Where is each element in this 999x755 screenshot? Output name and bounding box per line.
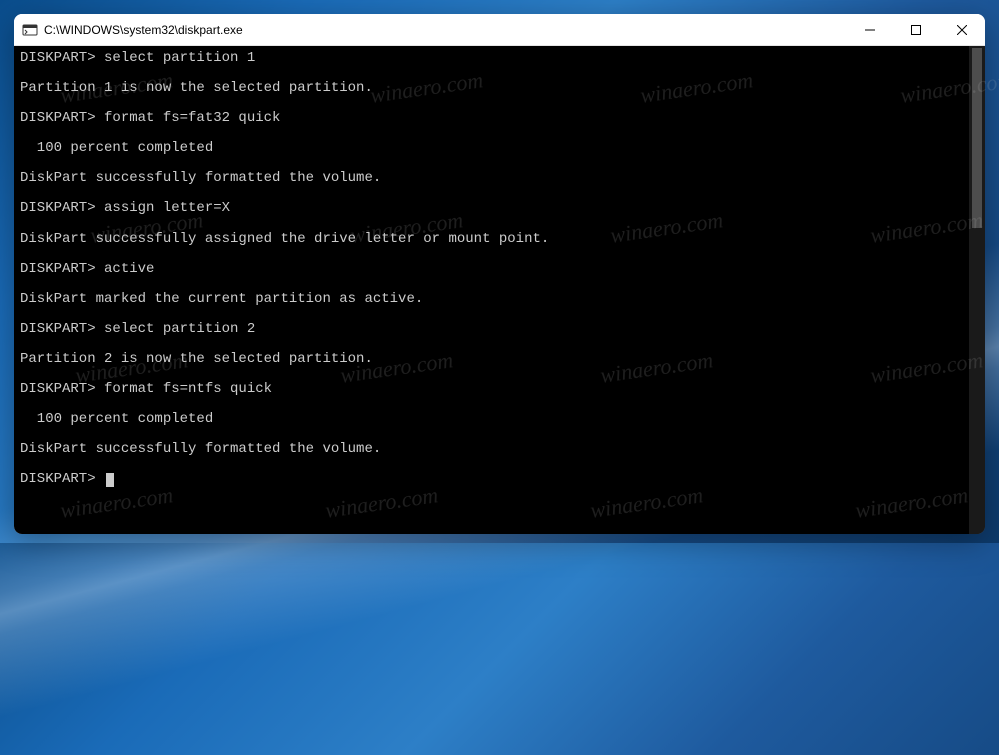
text-cursor [106, 473, 114, 487]
console-line: 100 percent completed [20, 411, 979, 427]
scrollbar-thumb[interactable] [972, 48, 982, 228]
console-line: DISKPART> active [20, 261, 979, 277]
titlebar[interactable]: C:\WINDOWS\system32\diskpart.exe [14, 14, 985, 46]
window-controls [847, 14, 985, 45]
app-icon [22, 22, 38, 38]
terminal-window: C:\WINDOWS\system32\diskpart.exe DISKPAR… [14, 14, 985, 534]
vertical-scrollbar[interactable] [969, 46, 985, 534]
console-line: DISKPART> assign letter=X [20, 200, 979, 216]
console-line: Partition 1 is now the selected partitio… [20, 80, 979, 96]
console-line: Partition 2 is now the selected partitio… [20, 351, 979, 367]
window-title: C:\WINDOWS\system32\diskpart.exe [44, 23, 847, 37]
console-line: DISKPART> format fs=fat32 quick [20, 110, 979, 126]
console-line: DiskPart marked the current partition as… [20, 291, 979, 307]
maximize-button[interactable] [893, 14, 939, 45]
console-line: DISKPART> [20, 471, 979, 487]
console-line: DiskPart successfully assigned the drive… [20, 231, 979, 247]
console-line: DiskPart successfully formatted the volu… [20, 170, 979, 186]
console-area[interactable]: DISKPART> select partition 1 Partition 1 … [14, 46, 985, 534]
minimize-button[interactable] [847, 14, 893, 45]
console-line: DISKPART> format fs=ntfs quick [20, 381, 979, 397]
console-line: DISKPART> select partition 2 [20, 321, 979, 337]
close-button[interactable] [939, 14, 985, 45]
console-output[interactable]: DISKPART> select partition 1 Partition 1 … [14, 46, 985, 534]
console-line: DISKPART> select partition 1 [20, 50, 979, 66]
console-line: 100 percent completed [20, 140, 979, 156]
console-line: DiskPart successfully formatted the volu… [20, 441, 979, 457]
